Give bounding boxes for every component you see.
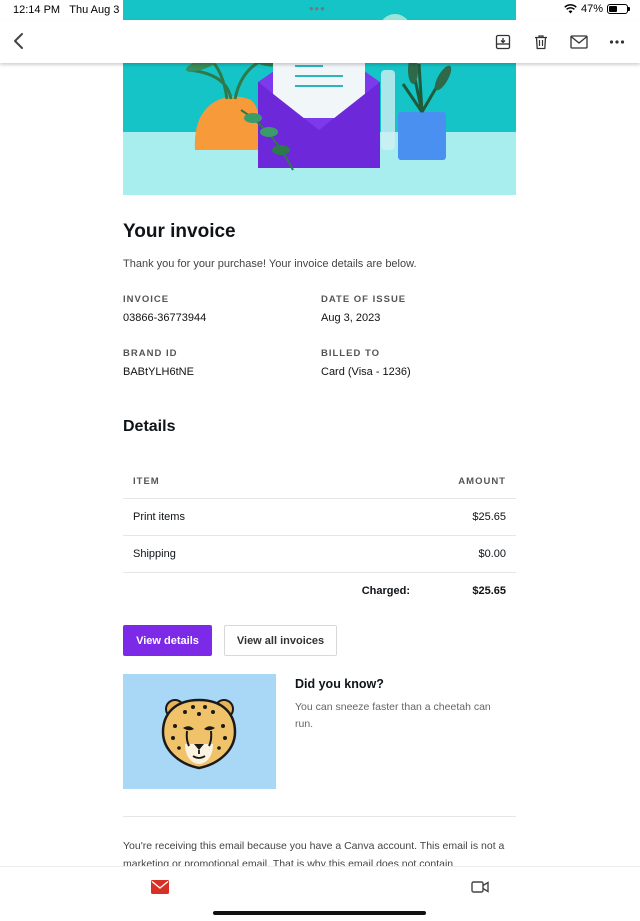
back-chevron-icon[interactable] (8, 28, 32, 54)
date-of-issue-value: Aug 3, 2023 (321, 312, 381, 324)
archive-icon[interactable] (490, 30, 516, 54)
home-indicator[interactable] (213, 911, 426, 915)
total-row: Charged: $25.65 (123, 573, 516, 610)
did-you-know-title: Did you know? (295, 677, 384, 691)
video-camera-icon[interactable] (471, 880, 489, 894)
multitasking-dots-icon[interactable]: ••• (309, 1, 326, 16)
item-amount: $0.00 (478, 548, 506, 560)
billed-to-label: BILLED TO (321, 348, 380, 359)
amount-column-header: AMOUNT (458, 476, 506, 487)
charged-label: Charged: (361, 585, 410, 597)
table-header-row: ITEM AMOUNT (123, 463, 516, 499)
item-amount: $25.65 (472, 511, 506, 523)
trash-icon[interactable] (528, 30, 554, 54)
did-you-know-text: You can sneeze faster than a cheetah can… (295, 701, 491, 730)
invoice-number-label: INVOICE (123, 294, 170, 305)
table-row: Print items $25.65 (123, 499, 516, 536)
view-details-button[interactable]: View details (123, 625, 212, 656)
email-toolbar (0, 20, 640, 63)
footer-divider (123, 816, 516, 817)
mail-icon[interactable] (151, 880, 169, 894)
charged-amount: $25.65 (472, 585, 506, 597)
invoice-title: Your invoice (123, 221, 236, 242)
view-all-invoices-button[interactable]: View all invoices (224, 625, 337, 656)
details-heading: Details (123, 418, 176, 435)
cheetah-illustration (123, 674, 276, 789)
item-name: Shipping (133, 548, 176, 560)
date-of-issue-label: DATE OF ISSUE (321, 294, 407, 305)
invoice-number-value: 03866-36773944 (123, 312, 207, 324)
item-name: Print items (133, 511, 185, 523)
status-bar: 12:14 PM Thu Aug 3 ••• 47% (0, 0, 640, 20)
wifi-icon (564, 4, 577, 14)
brand-id-value: BABtYLH6tNE (123, 366, 194, 378)
battery-percent: 47% (580, 3, 603, 15)
invoice-intro: Thank you for your purchase! Your invoic… (123, 258, 417, 270)
billed-to-value: Card (Visa - 1236) (321, 366, 411, 378)
item-column-header: ITEM (133, 476, 160, 487)
status-time: 12:14 PM Thu Aug 3 (13, 4, 120, 16)
brand-id-label: BRAND ID (123, 348, 178, 359)
table-row: Shipping $0.00 (123, 536, 516, 573)
mail-icon[interactable] (566, 30, 592, 54)
more-icon[interactable] (604, 30, 630, 54)
battery-icon (607, 4, 630, 14)
invoice-details-table: ITEM AMOUNT Print items $25.65 Shipping … (123, 463, 516, 610)
